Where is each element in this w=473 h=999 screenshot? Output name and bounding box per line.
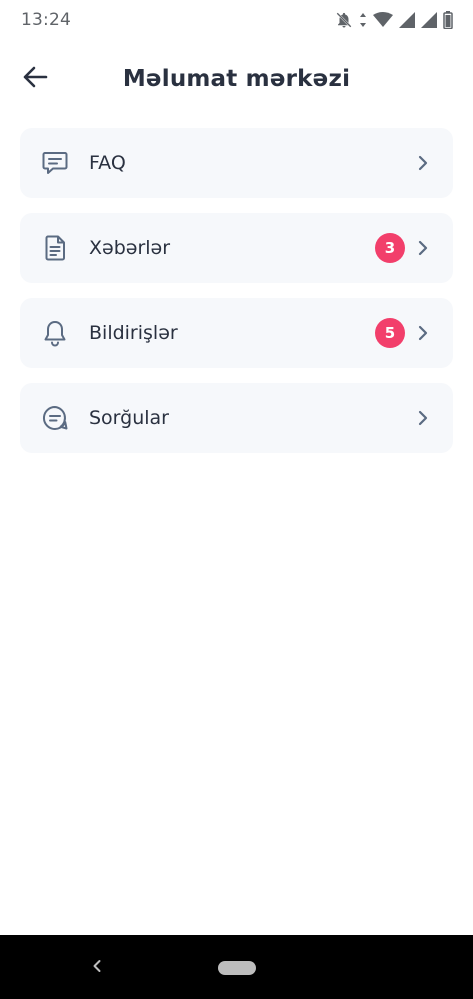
wifi-icon — [373, 12, 393, 28]
screen: 13:24 Məlumat mərkəzi FAQ Xəbərlər 3 Bil… — [0, 0, 473, 999]
status-bar: 13:24 — [0, 0, 473, 40]
menu-item-news[interactable]: Xəbərlər 3 — [20, 213, 453, 283]
data-arrows-icon — [359, 12, 367, 28]
chevron-right-icon — [415, 240, 431, 256]
menu-item-label: Xəbərlər — [89, 237, 171, 259]
notifications-off-icon — [335, 11, 353, 29]
arrow-left-icon — [22, 65, 48, 93]
page-title: Məlumat mərkəzi — [122, 66, 351, 92]
unread-count-badge: 3 — [375, 233, 405, 263]
chevron-right-icon — [415, 155, 431, 171]
menu-item-label: Bildirişlər — [89, 322, 178, 344]
header: Məlumat mərkəzi — [0, 52, 473, 106]
menu-item-surveys[interactable]: Sorğular — [20, 383, 453, 453]
chat-lines-icon — [41, 149, 69, 177]
chevron-right-icon — [415, 410, 431, 426]
back-button[interactable] — [18, 62, 52, 96]
unread-count-badge: 5 — [375, 318, 405, 348]
menu-list: FAQ Xəbərlər 3 Bildirişlər 5 Sorğular — [20, 128, 453, 468]
system-nav-bar — [0, 935, 473, 999]
menu-item-label: Sorğular — [89, 407, 169, 429]
nav-back-button[interactable] — [84, 955, 110, 981]
status-time: 13:24 — [21, 10, 71, 30]
bell-icon — [41, 319, 69, 347]
chat-bubble-icon — [41, 404, 69, 432]
chevron-right-icon — [415, 325, 431, 341]
menu-item-faq[interactable]: FAQ — [20, 128, 453, 198]
chevron-left-icon — [90, 958, 104, 978]
status-icons — [335, 11, 453, 29]
document-icon — [41, 234, 69, 262]
signal-icon — [399, 12, 415, 28]
signal-icon — [421, 12, 437, 28]
menu-item-notifications[interactable]: Bildirişlər 5 — [20, 298, 453, 368]
menu-item-label: FAQ — [89, 152, 126, 174]
home-pill-icon[interactable] — [218, 961, 256, 975]
battery-icon — [443, 11, 453, 29]
